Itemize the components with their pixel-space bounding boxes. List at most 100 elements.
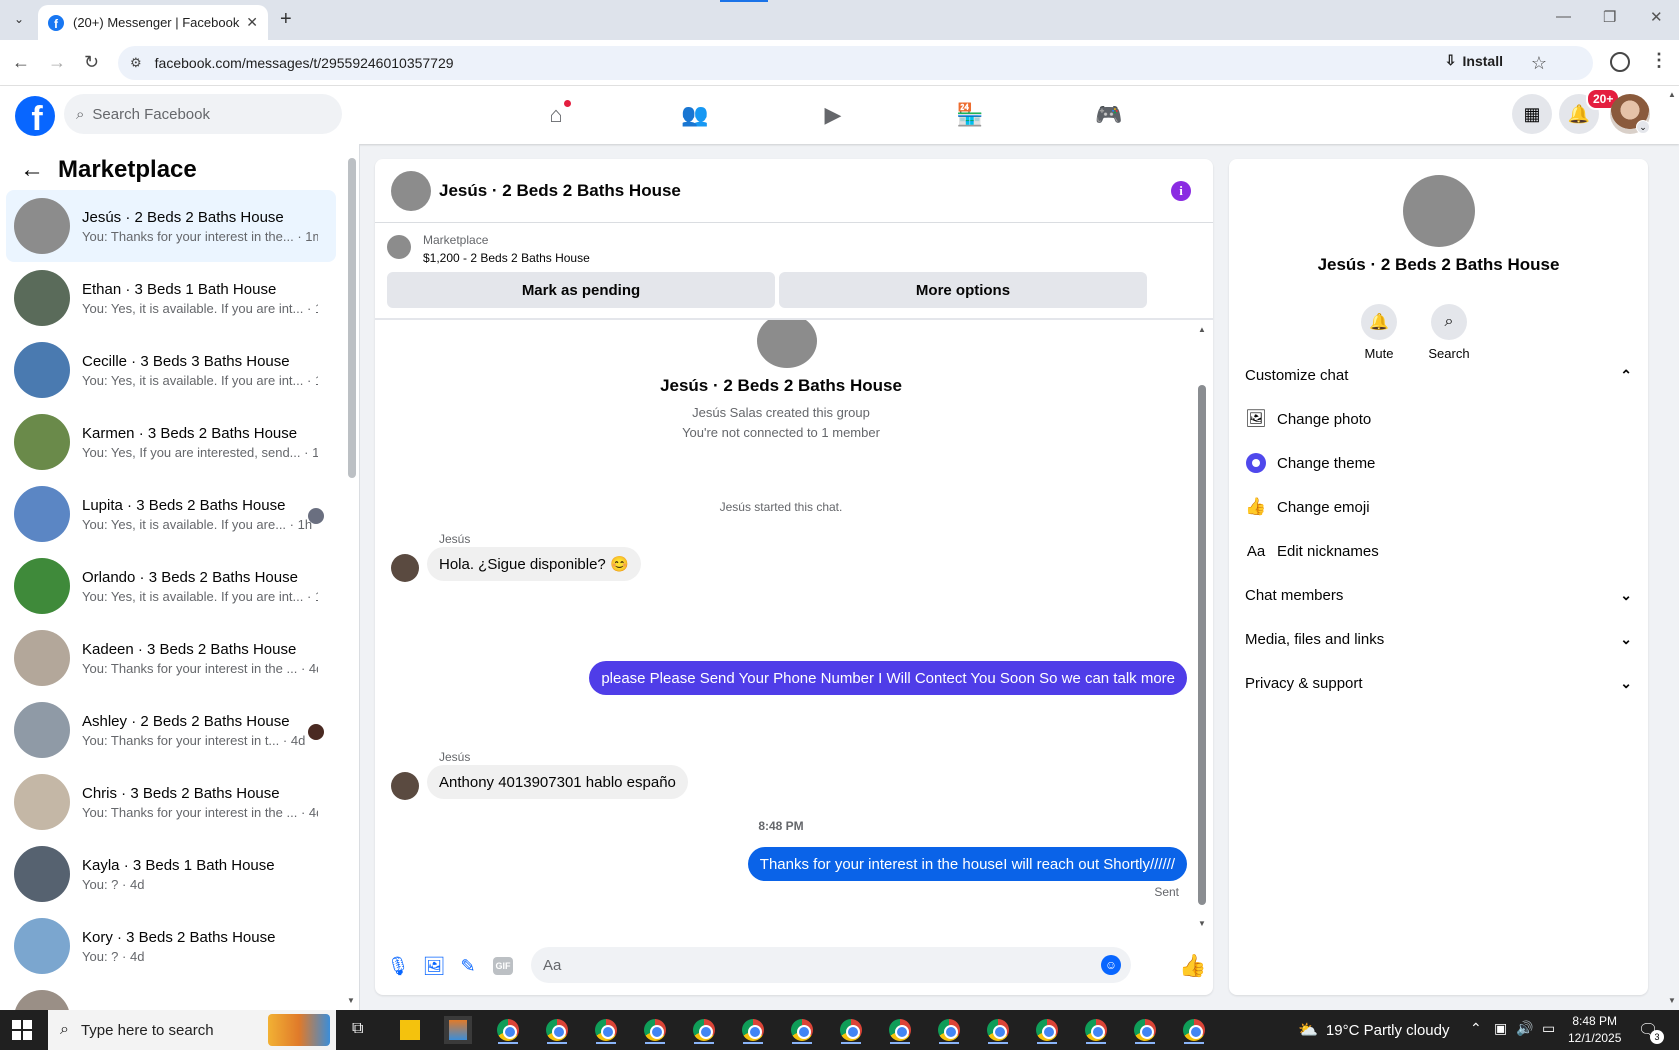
customize-chat-toggle[interactable]: Customize chat ⌃	[1245, 355, 1632, 395]
chrome-taskbar-icon[interactable]	[984, 1016, 1012, 1044]
volume-icon[interactable]: 🔊	[1516, 1020, 1533, 1037]
listing-thumbnail[interactable]	[387, 235, 411, 259]
sidebar-scroll-down-icon[interactable]: ▼	[347, 996, 355, 1005]
incoming-message[interactable]: Anthony 4013907301 hablo españo	[427, 765, 688, 799]
conversation-item[interactable]: Kory · 3 Beds 2 Baths House You: ? · 4d	[6, 910, 336, 982]
bookmark-star-icon[interactable]: ☆	[1531, 53, 1547, 74]
microphone-icon[interactable]: 🎙	[387, 955, 410, 977]
gif-icon[interactable]: GIF	[493, 957, 513, 975]
search-in-chat-button[interactable]: ⌕ Search	[1419, 304, 1479, 361]
thumbs-up-icon[interactable]: 👍	[1179, 953, 1206, 979]
meet-now-icon[interactable]: ▣	[1494, 1020, 1507, 1037]
photo-attach-icon[interactable]: 🖼	[423, 955, 446, 977]
listing-price[interactable]: $1,200 - 2 Beds 2 Baths House	[423, 251, 590, 265]
privacy-support-toggle[interactable]: Privacy & support ⌄	[1245, 663, 1632, 703]
change-emoji-item[interactable]: 👍 Change emoji	[1245, 487, 1632, 527]
forward-arrow-icon[interactable]: →	[48, 52, 66, 73]
address-bar[interactable]: ⚙ facebook.com/messages/t/29559246010357…	[118, 46, 1593, 80]
install-app-button[interactable]: ⇩ Install	[1445, 52, 1503, 69]
page-scroll-up-icon[interactable]: ▲	[1668, 90, 1676, 99]
video-icon[interactable]: ▶	[818, 100, 848, 130]
site-info-icon[interactable]: ⚙	[130, 55, 142, 71]
chat-members-toggle[interactable]: Chat members ⌄	[1245, 575, 1632, 615]
mark-as-pending-button[interactable]: Mark as pending	[387, 272, 775, 308]
chrome-taskbar-icon[interactable]	[494, 1016, 522, 1044]
conversation-item[interactable]: Kayla · 3 Beds 1 Bath House You: ? · 4d	[6, 838, 336, 910]
mute-button[interactable]: 🔔 Mute	[1349, 304, 1409, 361]
chrome-taskbar-icon[interactable]	[641, 1016, 669, 1044]
facebook-search-input[interactable]: ⌕ Search Facebook	[64, 94, 342, 134]
back-arrow-icon[interactable]: ←	[12, 52, 30, 73]
friends-icon[interactable]: 👥	[680, 100, 710, 130]
chrome-taskbar-icon[interactable]	[690, 1016, 718, 1044]
chrome-taskbar-icon[interactable]	[739, 1016, 767, 1044]
new-tab-button[interactable]: +	[280, 8, 292, 31]
details-avatar[interactable]	[1403, 175, 1475, 247]
chat-avatar[interactable]	[391, 170, 431, 211]
emoji-icon[interactable]: ☺	[1101, 955, 1121, 975]
chrome-taskbar-icon[interactable]	[1082, 1016, 1110, 1044]
taskbar-clock[interactable]: 8:48 PM 12/1/2025	[1568, 1013, 1621, 1047]
home-icon[interactable]: ⌂	[541, 100, 571, 130]
conversation-item[interactable]: Lupita · 3 Beds 2 Baths House You: Yes, i…	[6, 478, 336, 550]
account-chevron-down-icon[interactable]: ⌄	[1636, 120, 1650, 134]
media-files-toggle[interactable]: Media, files and links ⌄	[1245, 619, 1632, 659]
chat-scroll-up-icon[interactable]: ▲	[1198, 325, 1206, 334]
conversation-item[interactable]: Karmen · 3 Beds 2 Baths House You: Yes, I…	[6, 406, 336, 478]
task-view-icon[interactable]: ⧉	[352, 1020, 363, 1038]
chrome-taskbar-icon[interactable]	[788, 1016, 816, 1044]
chrome-taskbar-icon[interactable]	[1131, 1016, 1159, 1044]
chrome-taskbar-icon[interactable]	[886, 1016, 914, 1044]
conversation-item[interactable]: Chris · 3 Beds 2 Baths House You: Thanks …	[6, 766, 336, 838]
pinned-app-icon[interactable]	[444, 1016, 472, 1044]
network-icon[interactable]: ▭	[1542, 1020, 1555, 1037]
conversation-item[interactable]: Kadeen · 3 Beds 2 Baths House You: Thanks…	[6, 622, 336, 694]
browser-menu-icon[interactable]: ⋮	[1650, 50, 1668, 71]
back-arrow-icon[interactable]: ←	[20, 156, 44, 184]
chat-scrollbar[interactable]	[1198, 385, 1206, 905]
gaming-icon[interactable]: 🎮	[1094, 100, 1124, 130]
more-options-button[interactable]: More options	[779, 272, 1147, 308]
show-hidden-icons-icon[interactable]: ⌃	[1470, 1020, 1482, 1037]
weather-widget[interactable]: ⛅ 19°C Partly cloudy	[1298, 1020, 1449, 1040]
facebook-logo-icon[interactable]: f	[15, 96, 55, 136]
edit-nicknames-item[interactable]: Aa Edit nicknames	[1245, 531, 1632, 571]
chrome-taskbar-icon[interactable]	[837, 1016, 865, 1044]
chrome-taskbar-icon[interactable]	[543, 1016, 571, 1044]
browser-profile-icon[interactable]	[1610, 52, 1630, 72]
chrome-taskbar-icon[interactable]	[1033, 1016, 1061, 1044]
message-input[interactable]: Aa ☺	[531, 947, 1131, 983]
windows-start-icon[interactable]	[12, 1020, 32, 1040]
conversation-item[interactable]: Ethan · 3 Beds 1 Bath House You: Yes, it …	[6, 262, 336, 334]
browser-tab[interactable]: f (20+) Messenger | Facebook ✕	[38, 5, 268, 40]
sender-avatar[interactable]	[391, 554, 419, 582]
minimize-button[interactable]: —	[1556, 8, 1571, 25]
chrome-taskbar-icon[interactable]	[935, 1016, 963, 1044]
conversation-item[interactable]: Jenn · 3 Beds 2 Baths House	[6, 982, 336, 1010]
close-window-button[interactable]: ✕	[1650, 8, 1663, 26]
restore-button[interactable]: ❐	[1603, 8, 1616, 26]
chat-title[interactable]: Jesús · 2 Beds 2 Baths House	[439, 181, 681, 201]
outgoing-message[interactable]: Thanks for your interest in the houseI w…	[747, 847, 1187, 881]
page-scroll-down-icon[interactable]: ▼	[1668, 996, 1676, 1005]
incoming-message[interactable]: Hola. ¿Sigue disponible? 😊	[427, 547, 641, 581]
marketplace-icon[interactable]: 🏪	[955, 100, 985, 130]
chat-scroll-down-icon[interactable]: ▼	[1198, 919, 1206, 928]
chrome-taskbar-icon[interactable]	[1180, 1016, 1208, 1044]
tab-search-button[interactable]: ⌄	[8, 8, 30, 30]
sidebar-scrollbar[interactable]	[348, 158, 356, 478]
chrome-taskbar-icon[interactable]	[592, 1016, 620, 1044]
sticker-icon[interactable]: ✎	[457, 955, 479, 977]
menu-grid-icon[interactable]: ▦	[1512, 94, 1552, 134]
tab-close-icon[interactable]: ✕	[246, 14, 258, 31]
conversation-item[interactable]: Orlando · 3 Beds 2 Baths House You: Yes, …	[6, 550, 336, 622]
info-icon[interactable]: i	[1171, 181, 1191, 201]
change-theme-item[interactable]: Change theme	[1245, 443, 1632, 483]
sender-avatar[interactable]	[391, 772, 419, 800]
taskbar-search-input[interactable]: ⌕ Type here to search	[48, 1010, 336, 1050]
reload-icon[interactable]: ↻	[84, 52, 99, 73]
sticky-notes-icon[interactable]	[396, 1016, 424, 1044]
conversation-item[interactable]: Cecille · 3 Beds 3 Baths House You: Yes, …	[6, 334, 336, 406]
conversation-item[interactable]: Ashley · 2 Beds 2 Baths House You: Thanks…	[6, 694, 336, 766]
outgoing-message[interactable]: please Please Send Your Phone Number I W…	[589, 661, 1187, 695]
